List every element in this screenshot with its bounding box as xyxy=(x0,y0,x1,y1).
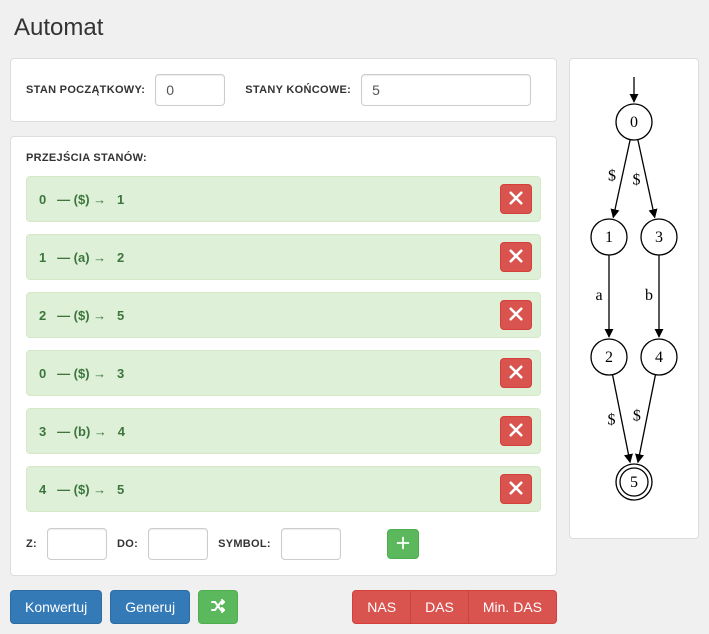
close-icon xyxy=(509,191,523,208)
add-from-label: Z: xyxy=(26,538,37,550)
automaton-graph: $ $ a b $ $0 1 3 2 4 5 xyxy=(574,67,694,527)
transition-text: 3 — (b) → 4 xyxy=(39,424,125,439)
svg-text:5: 5 xyxy=(630,474,638,491)
transition-text: 2 — ($) → 5 xyxy=(39,308,124,323)
delete-transition-button[interactable] xyxy=(500,416,532,446)
svg-text:$: $ xyxy=(607,411,615,428)
add-symbol-label: SYMBOL: xyxy=(218,538,271,550)
delete-transition-button[interactable] xyxy=(500,242,532,272)
shuffle-icon xyxy=(210,598,226,617)
transition-text: 1 — (a) → 2 xyxy=(39,250,124,265)
delete-transition-button[interactable] xyxy=(500,184,532,214)
transition-row: 1 — (a) → 2 xyxy=(26,234,541,280)
transitions-panel: PRZEJŚCIA STANÓW: 0 — ($) → 1 1 — (a) → 2… xyxy=(10,136,557,576)
generate-button[interactable]: Generuj xyxy=(110,590,190,624)
mode-buttons: NAS DAS Min. DAS xyxy=(352,590,557,624)
states-panel: STAN POCZĄTKOWY: STANY KOŃCOWE: xyxy=(10,58,557,122)
start-state-label: STAN POCZĄTKOWY: xyxy=(26,84,145,96)
close-icon xyxy=(509,249,523,266)
shuffle-button[interactable] xyxy=(198,590,238,624)
start-state-input[interactable] xyxy=(155,74,225,106)
svg-text:a: a xyxy=(595,287,602,304)
nas-button[interactable]: NAS xyxy=(352,590,411,624)
close-icon xyxy=(509,307,523,324)
final-states-label: STANY KOŃCOWE: xyxy=(245,84,351,96)
min-das-button[interactable]: Min. DAS xyxy=(469,590,557,624)
delete-transition-button[interactable] xyxy=(500,300,532,330)
transition-row: 0 — ($) → 3 xyxy=(26,350,541,396)
transition-row: 4 — ($) → 5 xyxy=(26,466,541,512)
add-to-input[interactable] xyxy=(148,528,208,560)
svg-text:1: 1 xyxy=(605,229,613,246)
plus-icon xyxy=(396,536,410,553)
delete-transition-button[interactable] xyxy=(500,358,532,388)
convert-button[interactable]: Konwertuj xyxy=(10,590,102,624)
das-button[interactable]: DAS xyxy=(411,590,469,624)
graph-panel: $ $ a b $ $0 1 3 2 4 5 xyxy=(569,58,699,539)
transition-text: 0 — ($) → 1 xyxy=(39,192,124,207)
close-icon xyxy=(509,423,523,440)
transition-row: 0 — ($) → 1 xyxy=(26,176,541,222)
transition-text: 0 — ($) → 3 xyxy=(39,366,124,381)
add-from-input[interactable] xyxy=(47,528,107,560)
final-states-input[interactable] xyxy=(361,74,531,106)
add-symbol-input[interactable] xyxy=(281,528,341,560)
svg-text:b: b xyxy=(645,287,653,304)
svg-text:2: 2 xyxy=(605,349,613,366)
add-transition-button[interactable] xyxy=(387,529,419,559)
close-icon xyxy=(509,481,523,498)
page-title: Automat xyxy=(14,14,699,42)
transition-text: 4 — ($) → 5 xyxy=(39,482,124,497)
transition-row: 3 — (b) → 4 xyxy=(26,408,541,454)
close-icon xyxy=(509,365,523,382)
svg-text:$: $ xyxy=(633,172,641,189)
add-to-label: DO: xyxy=(117,538,138,550)
delete-transition-button[interactable] xyxy=(500,474,532,504)
svg-text:4: 4 xyxy=(655,349,663,366)
svg-text:3: 3 xyxy=(655,229,663,246)
svg-text:0: 0 xyxy=(630,114,638,131)
svg-text:$: $ xyxy=(608,167,616,184)
action-bar: Konwertuj Generuj NAS DAS Min. DAS xyxy=(10,590,557,624)
transitions-heading: PRZEJŚCIA STANÓW: xyxy=(26,152,541,164)
svg-text:$: $ xyxy=(633,408,641,425)
transition-row: 2 — ($) → 5 xyxy=(26,292,541,338)
